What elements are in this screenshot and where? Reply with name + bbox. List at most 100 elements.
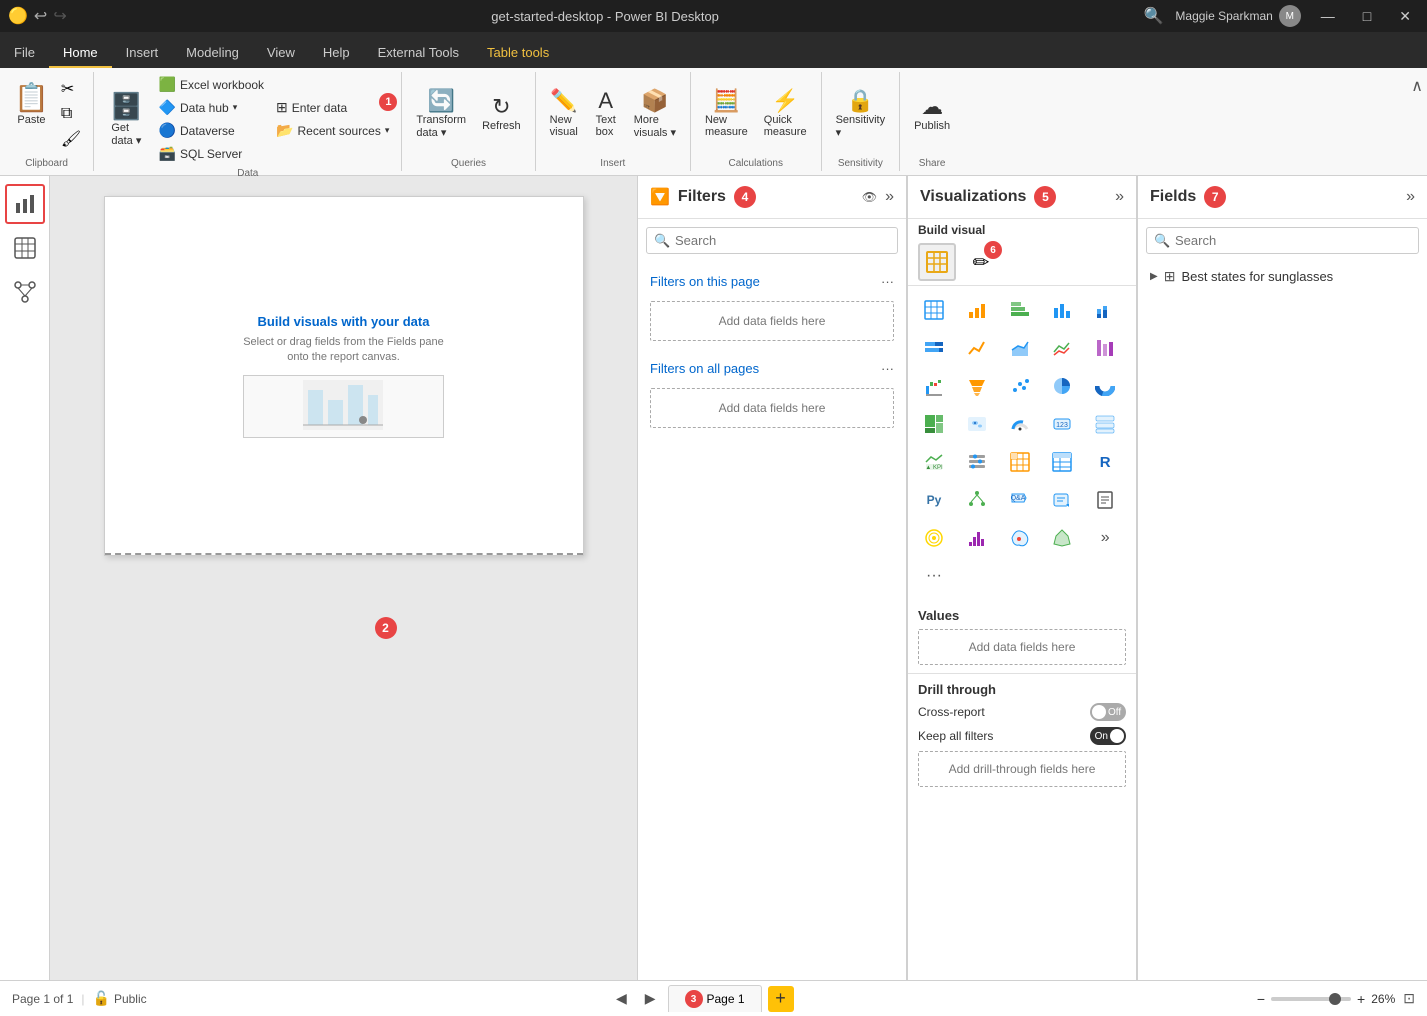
cut-button[interactable]: ✂ — [57, 77, 85, 101]
next-page-btn[interactable]: ▶ — [639, 988, 662, 1009]
viz-table-icon-btn[interactable] — [918, 243, 956, 281]
search-icon[interactable]: 🔍 — [1143, 6, 1163, 26]
viz-btn-more[interactable]: ··· — [916, 558, 952, 594]
quick-measure-button[interactable]: ⚡ Quickmeasure — [758, 86, 813, 142]
viz-btn-kpi[interactable]: ▲ KPI — [916, 444, 952, 480]
recent-sources-button[interactable]: 📂 Recent sources ▾ — [272, 120, 393, 141]
sql-button[interactable]: 🗃️ SQL Server — [155, 143, 268, 164]
viz-btn-filled-map[interactable] — [1002, 520, 1038, 556]
viz-btn-area[interactable] — [1002, 330, 1038, 366]
viz-btn-100pct-bar[interactable] — [916, 330, 952, 366]
excel-button[interactable]: 🟩 Excel workbook — [155, 74, 268, 95]
enter-data-button[interactable]: ⊞ Enter data 1 — [272, 97, 393, 118]
tab-external-tools[interactable]: External Tools — [364, 39, 473, 68]
viz-btn-slicer[interactable] — [959, 444, 995, 480]
viz-drill-add-zone[interactable]: Add drill-through fields here — [918, 751, 1126, 787]
viz-btn-pie[interactable] — [1044, 368, 1080, 404]
zoom-out-icon[interactable]: − — [1257, 991, 1265, 1007]
copy-button[interactable]: ⧉ — [57, 103, 85, 125]
data-hub-button[interactable]: 🔷 Data hub ▾ — [155, 97, 268, 118]
tab-table-tools[interactable]: Table tools — [473, 39, 563, 68]
maximize-btn[interactable]: □ — [1355, 6, 1379, 26]
viz-pencil-icon-btn[interactable]: ✏ 6 — [962, 243, 1000, 281]
viz-cross-report-toggle[interactable]: Off — [1090, 703, 1126, 721]
canvas-content[interactable]: Build visuals with your data Select or d… — [50, 176, 637, 980]
filters-search-input[interactable] — [646, 227, 898, 254]
viz-btn-python[interactable]: Py — [916, 482, 952, 518]
viz-btn-table[interactable] — [916, 292, 952, 328]
viz-btn-bar-chart2[interactable] — [959, 520, 995, 556]
tab-view[interactable]: View — [253, 39, 309, 68]
viz-btn-qa[interactable]: Q&A — [1002, 482, 1038, 518]
viz-expand-icon[interactable]: » — [1115, 188, 1124, 206]
new-measure-button[interactable]: 🧮 Newmeasure — [699, 86, 754, 142]
sensitivity-button[interactable]: 🔒 Sensitivity▾ — [830, 86, 892, 143]
prev-page-btn[interactable]: ◀ — [610, 988, 633, 1009]
viz-btn-multi-row[interactable] — [1087, 406, 1123, 442]
filters-this-page-drop[interactable]: Add data fields here — [650, 301, 894, 341]
viz-btn-matrix[interactable] — [1002, 444, 1038, 480]
viz-btn-card[interactable]: 123 — [1044, 406, 1080, 442]
viz-btn-scatter[interactable] — [1002, 368, 1038, 404]
viz-btn-waterfall[interactable] — [916, 368, 952, 404]
page-tab-1[interactable]: 3 Page 1 — [668, 985, 762, 1012]
tab-file[interactable]: File — [0, 39, 49, 68]
zoom-in-icon[interactable]: + — [1357, 991, 1365, 1007]
format-painter-button[interactable]: 🖌 — [57, 127, 85, 151]
more-visuals-button[interactable]: 📦 Morevisuals ▾ — [628, 86, 682, 143]
sidebar-btn-data[interactable] — [5, 228, 45, 268]
viz-btn-goals[interactable] — [916, 520, 952, 556]
sidebar-btn-model[interactable] — [5, 272, 45, 312]
user-avatar[interactable]: M — [1279, 5, 1301, 27]
fields-search-input[interactable] — [1146, 227, 1419, 254]
filters-all-pages-header[interactable]: Filters on all pages ··· — [638, 353, 906, 384]
ribbon-collapse-btn[interactable]: ∧ — [1407, 72, 1427, 171]
tab-modeling[interactable]: Modeling — [172, 39, 253, 68]
dataverse-button[interactable]: 🔵 Dataverse — [155, 120, 268, 141]
viz-btn-table2[interactable] — [1044, 444, 1080, 480]
fields-table-item[interactable]: ▶ ⊞ Best states for sunglasses — [1138, 262, 1427, 291]
close-btn[interactable]: ✕ — [1391, 6, 1419, 27]
sidebar-btn-report[interactable] — [5, 184, 45, 224]
viz-keep-filters-toggle[interactable]: On — [1090, 727, 1126, 745]
viz-btn-column[interactable] — [1044, 292, 1080, 328]
fit-to-page-icon[interactable]: ⊡ — [1403, 990, 1415, 1007]
viz-btn-chevron[interactable]: » — [1087, 520, 1123, 556]
viz-btn-line[interactable] — [959, 330, 995, 366]
refresh-button[interactable]: ↻ Refresh — [476, 92, 527, 136]
add-page-btn[interactable]: + — [768, 986, 794, 1012]
viz-values-drop[interactable]: Add data fields here — [918, 629, 1126, 665]
viz-btn-gauge[interactable] — [1002, 406, 1038, 442]
redo-btn[interactable]: ↪ — [53, 6, 66, 26]
filters-this-page-header[interactable]: Filters on this page ··· — [638, 266, 906, 297]
filters-eye-icon[interactable]: 👁 — [862, 190, 877, 204]
zoom-slider[interactable] — [1271, 997, 1351, 1001]
transform-data-button[interactable]: 🔄 Transformdata ▾ — [410, 86, 472, 143]
viz-btn-map[interactable] — [959, 406, 995, 442]
undo-btn[interactable]: ↩ — [34, 6, 47, 26]
canvas-page[interactable]: Build visuals with your data Select or d… — [104, 196, 584, 556]
viz-btn-paginated[interactable] — [1087, 482, 1123, 518]
filters-all-pages-ellipsis[interactable]: ··· — [881, 361, 894, 376]
viz-btn-donut[interactable] — [1087, 368, 1123, 404]
new-visual-button[interactable]: ✏️ Newvisual — [544, 86, 584, 142]
filters-this-page-ellipsis[interactable]: ··· — [881, 274, 894, 289]
public-status[interactable]: 🔓 Public — [93, 990, 147, 1007]
viz-btn-stacked-col[interactable] — [1087, 292, 1123, 328]
text-box-button[interactable]: A Textbox — [588, 86, 624, 142]
filters-all-pages-drop[interactable]: Add data fields here — [650, 388, 894, 428]
viz-btn-shape-map[interactable] — [1044, 520, 1080, 556]
tab-home[interactable]: Home — [49, 39, 112, 68]
viz-btn-ribbon[interactable] — [1087, 330, 1123, 366]
tab-insert[interactable]: Insert — [112, 39, 173, 68]
filters-expand-icon[interactable]: » — [885, 188, 894, 206]
viz-btn-r[interactable]: R — [1087, 444, 1123, 480]
viz-btn-bar[interactable] — [959, 292, 995, 328]
viz-btn-decomp[interactable] — [959, 482, 995, 518]
paste-button[interactable]: 📋 Paste — [8, 77, 55, 151]
publish-button[interactable]: ☁ Publish — [908, 92, 956, 136]
viz-btn-line-cluster[interactable] — [1044, 330, 1080, 366]
minimize-btn[interactable]: — — [1313, 6, 1343, 26]
tab-help[interactable]: Help — [309, 39, 364, 68]
viz-btn-treemap[interactable] — [916, 406, 952, 442]
